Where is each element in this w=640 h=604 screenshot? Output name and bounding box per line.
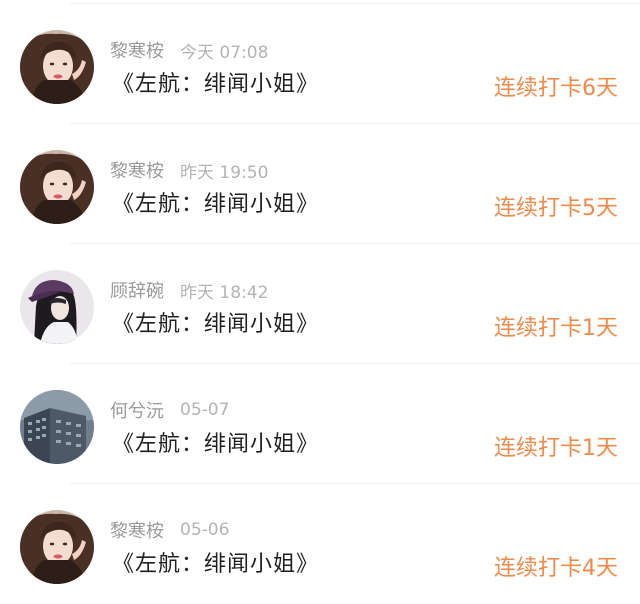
- checkin-time: 05-06: [180, 520, 230, 540]
- building-icon: [20, 390, 94, 464]
- checkin-row[interactable]: 何兮沅 05-07 《左航：绯闻小姐》 连续打卡1天: [0, 364, 640, 484]
- checkin-row[interactable]: 黎寒桉 今天 07:08 《左航：绯闻小姐》 连续打卡6天: [0, 4, 640, 124]
- book-title[interactable]: 《左航：绯闻小姐》: [112, 546, 319, 578]
- checkin-meta: 顾辞碗 昨天 18:42: [110, 277, 269, 303]
- checkin-meta: 黎寒桉 05-06: [110, 518, 229, 542]
- user-name[interactable]: 黎寒桉: [110, 37, 164, 63]
- streak-label: 连续打卡6天: [494, 76, 618, 101]
- checkin-row[interactable]: 顾辞碗 昨天 18:42 《左航：绯闻小姐》 连续打卡1天: [0, 244, 640, 364]
- book-title[interactable]: 《左航：绯闻小姐》: [112, 426, 319, 458]
- avatar[interactable]: [20, 390, 94, 464]
- checkin-time: 05-07: [180, 400, 230, 420]
- avatar[interactable]: [20, 30, 94, 104]
- avatar[interactable]: [20, 150, 94, 224]
- checkin-meta: 何兮沅 05-07: [110, 398, 229, 422]
- streak-label: 连续打卡5天: [494, 196, 618, 221]
- user-name[interactable]: 顾辞碗: [110, 277, 164, 303]
- user-name[interactable]: 黎寒桉: [110, 157, 164, 183]
- girl-cap-icon: [20, 270, 94, 344]
- user-name[interactable]: 何兮沅: [110, 397, 164, 423]
- checkin-time: 昨天 18:42: [180, 282, 269, 303]
- girl-portrait-icon: [20, 30, 94, 104]
- book-title[interactable]: 《左航：绯闻小姐》: [112, 66, 319, 98]
- checkin-time: 昨天 19:50: [180, 162, 269, 183]
- streak-label: 连续打卡4天: [494, 556, 618, 581]
- checkin-time: 今天 07:08: [180, 42, 269, 63]
- girl-portrait-icon: [20, 510, 94, 584]
- streak-label: 连续打卡1天: [494, 316, 618, 341]
- user-name[interactable]: 黎寒桉: [110, 517, 164, 543]
- checkin-list: 黎寒桉 今天 07:08 《左航：绯闻小姐》 连续打卡6天 黎寒桉 昨天 19:…: [0, 0, 640, 600]
- book-title[interactable]: 《左航：绯闻小姐》: [112, 306, 319, 338]
- checkin-meta: 黎寒桉 今天 07:08: [110, 37, 269, 63]
- checkin-meta: 黎寒桉 昨天 19:50: [110, 157, 269, 183]
- checkin-row[interactable]: 黎寒桉 昨天 19:50 《左航：绯闻小姐》 连续打卡5天: [0, 124, 640, 244]
- avatar[interactable]: [20, 270, 94, 344]
- book-title[interactable]: 《左航：绯闻小姐》: [112, 186, 319, 218]
- girl-portrait-icon: [20, 150, 94, 224]
- checkin-row[interactable]: 黎寒桉 05-06 《左航：绯闻小姐》 连续打卡4天: [0, 484, 640, 604]
- avatar[interactable]: [20, 510, 94, 584]
- streak-label: 连续打卡1天: [494, 436, 618, 461]
